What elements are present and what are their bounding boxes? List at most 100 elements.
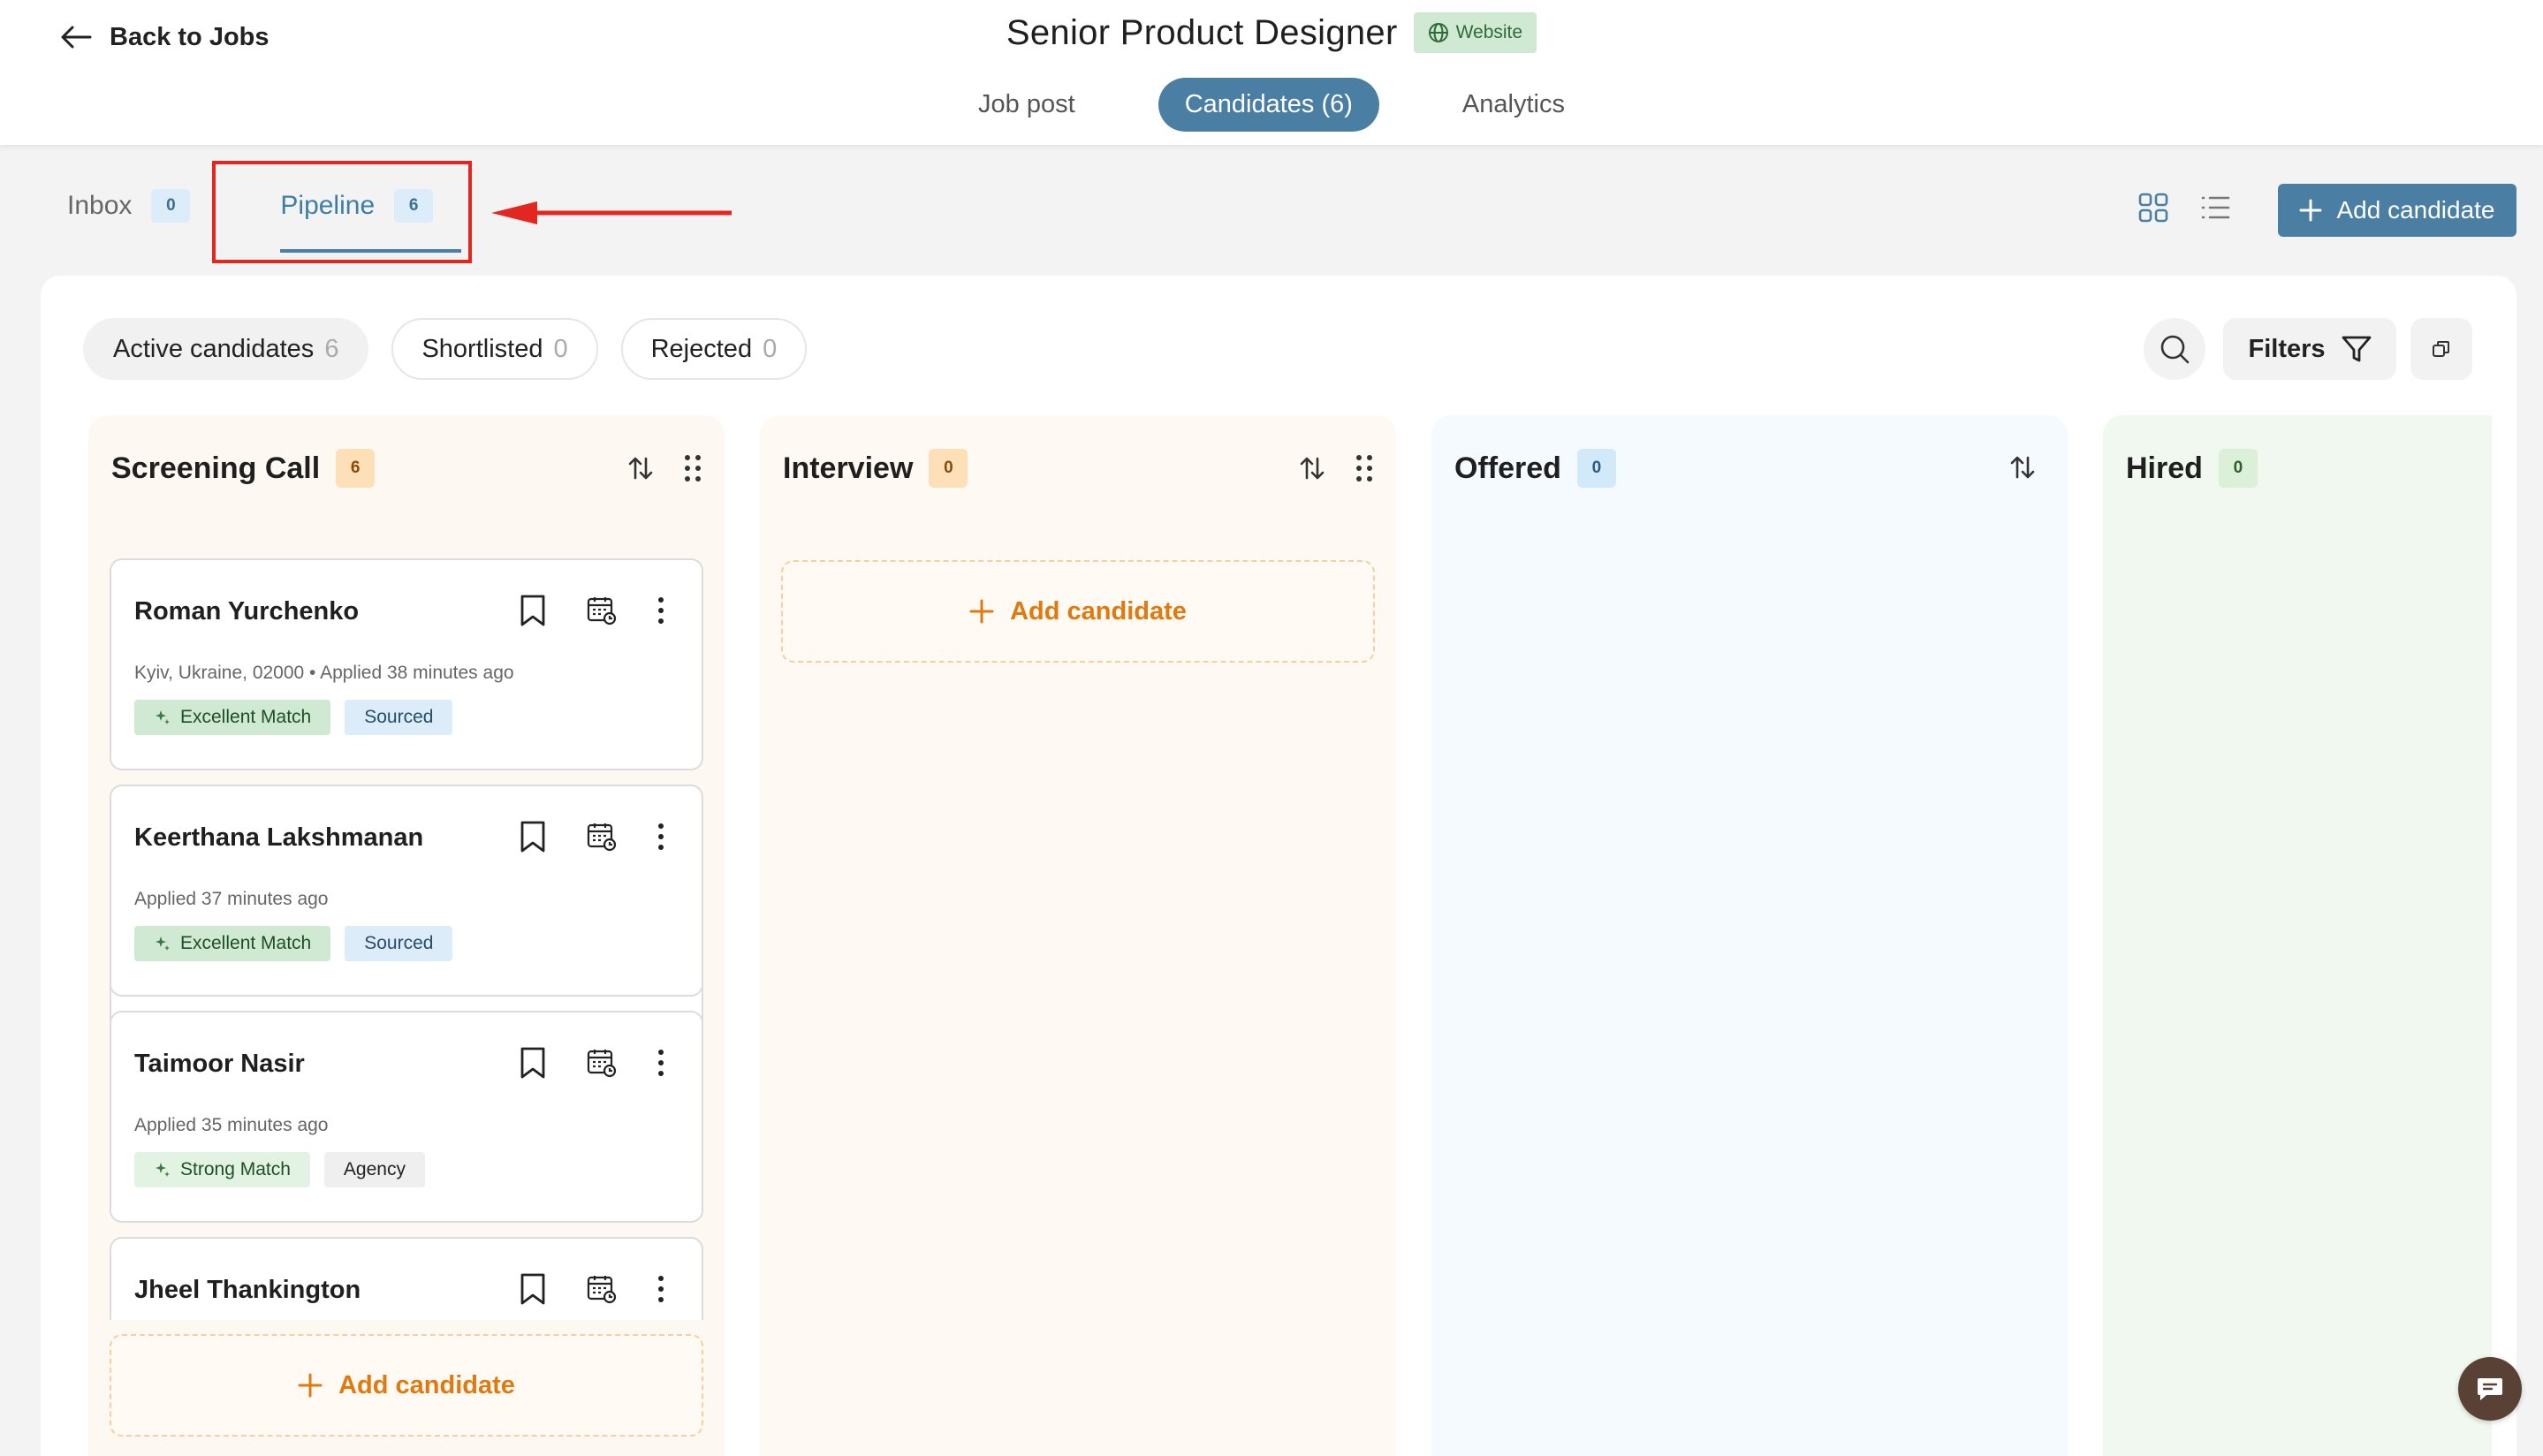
list-view-icon[interactable] [2200,194,2230,221]
card-actions [520,1272,664,1306]
candidate-card-roman[interactable]: Roman Yurchenko Kyiv, Ukraine, 02000 • A… [110,558,703,770]
candidate-card-jheel[interactable]: Jheel Thankington [110,1237,703,1320]
filter-label: Rejected [650,334,753,363]
column-actions [1299,454,1373,482]
search-button[interactable] [2144,318,2205,380]
chat-icon [2476,1376,2504,1402]
column-header: Offered 0 [1454,449,1616,488]
match-label: Excellent Match [180,933,312,953]
job-title-group: Senior Product Designer Website [0,12,2543,53]
tab-candidates[interactable]: Candidates (6) [1158,78,1379,132]
column-count-badge: 0 [2218,449,2258,488]
candidate-meta: Applied 37 minutes ago [134,889,329,909]
calendar-icon[interactable] [587,822,617,852]
match-label: Strong Match [180,1159,291,1179]
column-header: Hired 0 [2126,449,2258,488]
source-tag: Sourced [345,700,453,735]
view-toggle [2138,193,2230,223]
column-header: Interview 0 [783,449,968,488]
filter-rejected[interactable]: Rejected 0 [620,318,808,380]
tab-job-post[interactable]: Job post [952,78,1102,132]
add-candidate-label: Add candidate [2336,196,2495,224]
more-options-icon[interactable] [657,823,664,851]
candidate-name: Taimoor Nasir [134,1050,305,1078]
main-tabs: Job post Candidates (6) Analytics [0,78,2543,132]
filter-shortlisted[interactable]: Shortlisted 0 [391,318,598,380]
column-hired: Hired 0 [2103,415,2492,1456]
more-options-icon[interactable] [657,596,664,625]
globe-icon [1428,22,1449,43]
status-filters: Active candidates 6 Shortlisted 0 Reject… [83,318,808,380]
collapse-icon [2431,338,2452,360]
add-candidate-button[interactable]: Add candidate [2278,184,2516,237]
annotation-arrow-icon [491,201,732,224]
match-label: Excellent Match [180,707,312,727]
source-tag: Agency [323,1152,425,1187]
match-tag: Strong Match [134,1152,310,1187]
page-title: Senior Product Designer [1006,12,1398,52]
match-tag: Excellent Match [134,700,331,735]
bookmark-icon[interactable] [520,820,546,853]
plus-icon [2299,199,2322,222]
filter-count: 0 [553,334,568,363]
match-tag: Excellent Match [134,926,331,961]
filter-count: 0 [763,334,778,363]
filters-button[interactable]: Filters [2223,318,2396,380]
candidate-name: Roman Yurchenko [134,597,360,626]
column-title: Interview [783,451,914,485]
bookmark-icon[interactable] [520,594,546,627]
chat-support-button[interactable] [2458,1357,2522,1421]
collapse-button[interactable] [2410,318,2472,380]
more-options-icon[interactable] [657,1049,664,1077]
website-badge: Website [1413,12,1537,53]
tab-analytics[interactable]: Analytics [1436,78,1591,132]
filter-active-candidates[interactable]: Active candidates 6 [83,318,369,380]
annotation-highlight-box [212,161,472,263]
sort-icon[interactable] [2009,454,2036,481]
candidate-card-taimoor[interactable]: Taimoor Nasir Applied 35 minutes ago Str… [110,1011,703,1223]
source-tag: Sourced [345,926,453,961]
filters-label: Filters [2248,334,2326,363]
sparkle-icon [154,1161,171,1179]
add-candidate-label: Add candidate [338,1370,515,1399]
add-candidate-screening-button[interactable]: Add candidate [110,1334,703,1437]
column-offered: Offered 0 [1431,415,2068,1456]
badge-label: Website [1455,22,1523,42]
pipeline-board: Active candidates 6 Shortlisted 0 Reject… [41,276,2516,1456]
bookmark-icon[interactable] [520,1272,546,1306]
candidate-tags: Excellent Match Sourced [134,926,453,961]
calendar-icon[interactable] [587,1048,617,1078]
top-header: Back to Jobs Senior Product Designer Web… [0,0,2543,145]
column-title: Hired [2126,451,2203,485]
inbox-count-badge: 0 [151,189,191,223]
column-count-badge: 0 [929,449,968,488]
sparkle-icon [154,709,171,726]
card-actions [520,1046,664,1080]
card-list[interactable]: Roman Yurchenko Kyiv, Ukraine, 02000 • A… [88,415,725,1320]
candidate-card-keerthana[interactable]: Keerthana Lakshmanan Applied 37 minutes … [110,785,703,997]
drag-handle-icon[interactable] [1355,454,1373,482]
column-screening-call: Screening Call 6 Roman Yurchenko Kyiv, U… [88,415,725,1456]
calendar-icon[interactable] [587,595,617,626]
bookmark-icon[interactable] [520,1046,546,1080]
filter-label: Active candidates [113,334,315,363]
more-options-icon[interactable] [657,1275,664,1303]
calendar-icon[interactable] [587,1274,617,1304]
add-candidate-interview-button[interactable]: Add candidate [781,560,1375,663]
search-icon [2159,333,2190,365]
column-count-badge: 0 [1576,449,1616,488]
candidate-meta: Applied 35 minutes ago [134,1115,329,1135]
candidate-tags: Strong Match Agency [134,1152,425,1187]
column-interview: Interview 0 Add candidate [760,415,1396,1456]
sort-icon[interactable] [1299,455,1325,482]
plus-icon [298,1373,323,1398]
plus-icon [969,599,994,624]
candidate-name: Keerthana Lakshmanan [134,823,424,852]
subtab-inbox-label: Inbox [67,191,133,220]
filter-label: Shortlisted [421,334,543,363]
subtab-inbox[interactable]: Inbox 0 [53,180,204,231]
grid-view-icon[interactable] [2138,193,2168,223]
card-actions [520,594,664,627]
column-title: Offered [1454,451,1561,485]
filter-count: 6 [324,334,339,363]
